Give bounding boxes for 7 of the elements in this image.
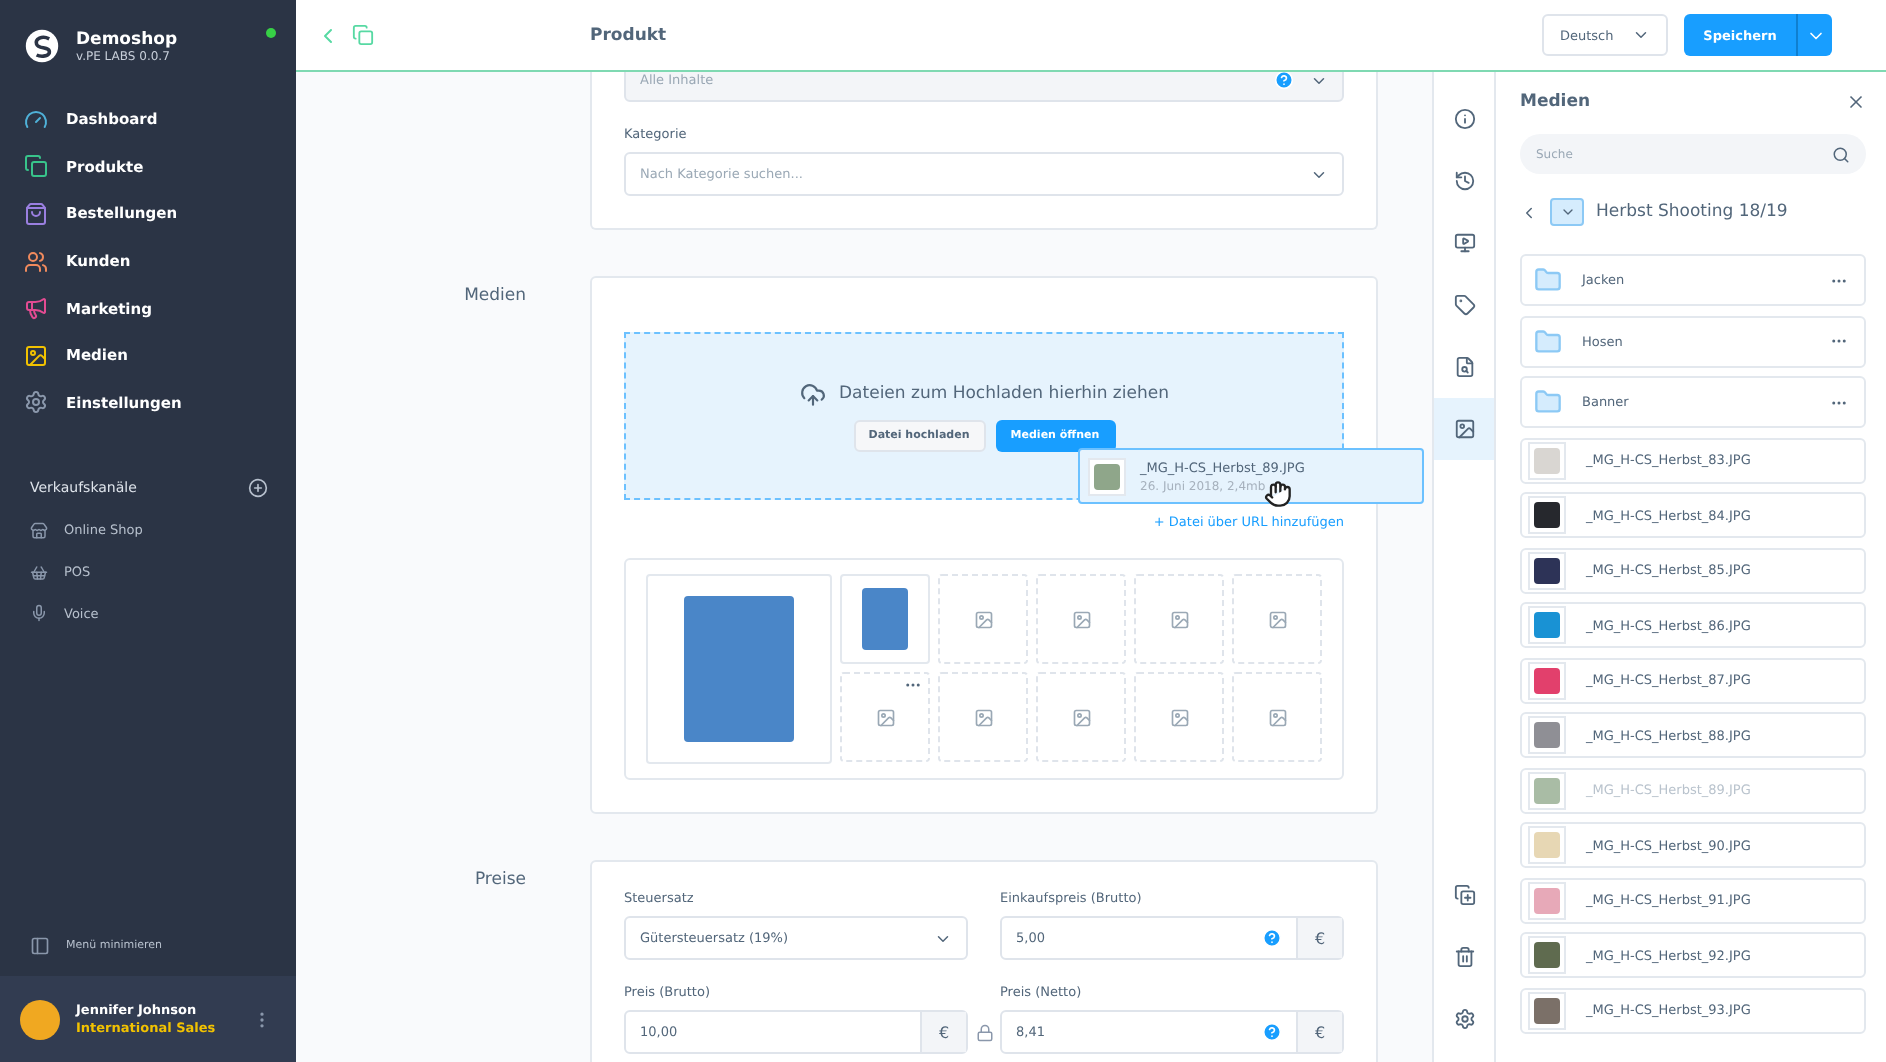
page-title: Produkt <box>590 25 669 45</box>
shop-name: Demoshop <box>76 29 180 49</box>
panel-title: Medien <box>1520 92 1591 112</box>
section-title: Preise <box>472 868 528 894</box>
section-title: Medien <box>462 284 528 310</box>
drop-text: Dateien zum Hochladen hierhin ziehen <box>799 381 1169 407</box>
folder-title: Herbst Shooting 18/19 <box>1596 202 1788 222</box>
